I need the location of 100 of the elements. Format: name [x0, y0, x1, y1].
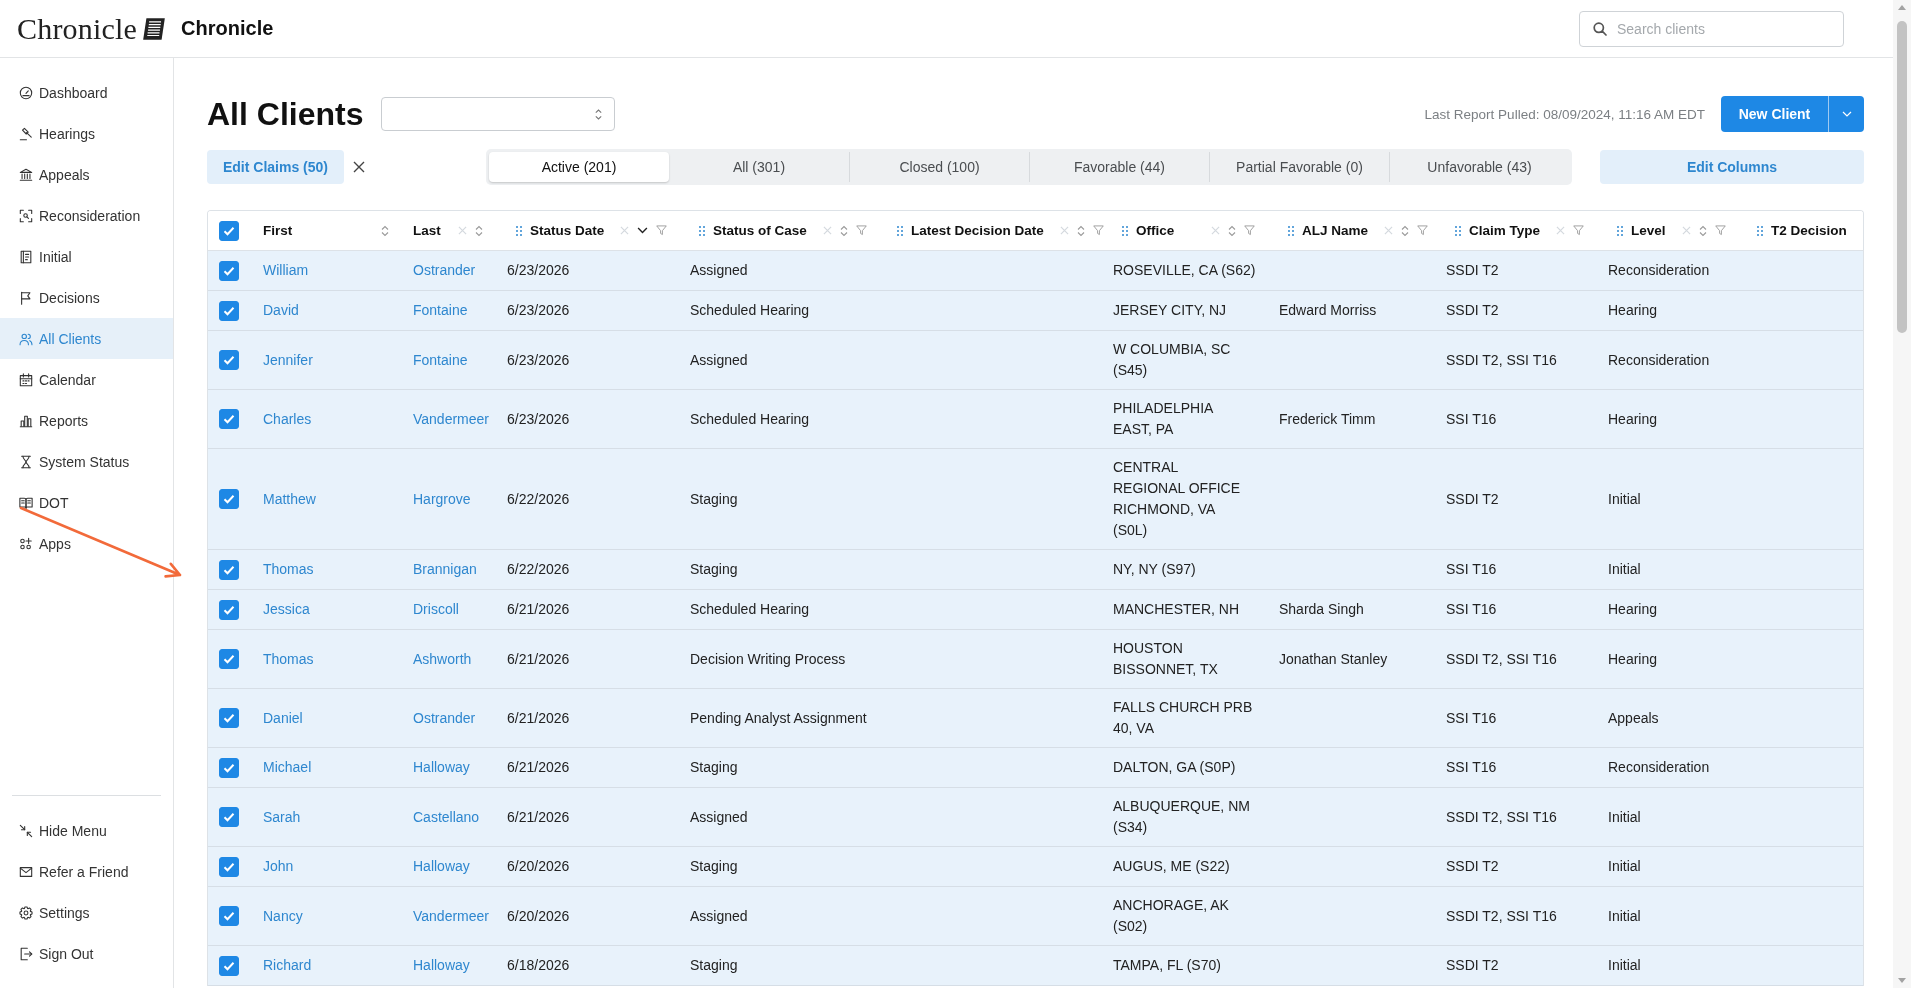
row-checkbox[interactable]	[219, 599, 239, 620]
view-select[interactable]	[381, 97, 616, 131]
client-name-link[interactable]: Driscoll	[413, 601, 459, 617]
row-checkbox[interactable]	[219, 807, 239, 827]
sidebar-item[interactable]: Appeals	[0, 154, 173, 195]
row-checkbox[interactable]	[219, 906, 239, 926]
filter-icon[interactable]	[1573, 225, 1585, 236]
drag-handle-icon[interactable]	[1122, 225, 1128, 236]
scroll-up-arrow-icon[interactable]	[1898, 5, 1906, 10]
drag-handle-icon[interactable]	[897, 225, 903, 236]
clear-icon[interactable]	[1384, 226, 1394, 235]
table-row[interactable]: Richard Halloway 6/18/2026 Staging TAMPA, FL (S70) SSDI T2 Initial	[208, 946, 1863, 986]
row-checkbox[interactable]	[219, 955, 239, 976]
sidebar-item[interactable]: Sign Out	[0, 933, 173, 974]
clear-icon[interactable]	[458, 226, 467, 235]
table-row[interactable]: Matthew Hargrove 6/22/2026 Staging CENTRAL REGIONAL OFFICE RICHMOND, VA (S0L) SSDI T2 Initial	[208, 449, 1863, 550]
table-row[interactable]: Jennifer Fontaine 6/23/2026 Assigned W COLUMBIA, SC (S45) SSDI T2, SSI T16 Reconsideration	[208, 331, 1863, 390]
sort-icon[interactable]	[839, 224, 848, 237]
table-row[interactable]: Sarah Castellano 6/21/2026 Assigned ALBUQUERQUE, NM (S34) SSDI T2, SSI T16 Initial	[208, 788, 1863, 847]
drag-handle-icon[interactable]	[516, 225, 522, 236]
column-heading[interactable]: Status Date	[530, 223, 605, 238]
filter-icon[interactable]	[1417, 225, 1429, 236]
status-tab[interactable]: Favorable (44)	[1029, 152, 1209, 182]
sidebar-item[interactable]: System Status	[0, 441, 173, 482]
column-heading[interactable]: Last	[413, 223, 441, 238]
row-checkbox[interactable]	[219, 559, 239, 580]
sidebar-item[interactable]: Calendar	[0, 359, 173, 400]
table-row[interactable]: David Fontaine 6/23/2026 Scheduled Hearing JERSEY CITY, NJ Edward Morriss SSDI T2 Hearing	[208, 291, 1863, 331]
status-tab[interactable]: Unfavorable (43)	[1389, 152, 1569, 182]
status-tab[interactable]: Partial Favorable (0)	[1209, 152, 1389, 182]
sidebar-item[interactable]: Hide Menu	[0, 810, 173, 851]
sort-icon[interactable]	[1698, 224, 1707, 237]
column-heading[interactable]: T2 Decision	[1771, 223, 1847, 238]
sidebar-item[interactable]: Settings	[0, 892, 173, 933]
sidebar-item[interactable]: Refer a Friend	[0, 851, 173, 892]
sidebar-item[interactable]: Reconsideration	[0, 195, 173, 236]
row-checkbox[interactable]	[219, 649, 239, 669]
filter-icon[interactable]	[1092, 225, 1104, 236]
row-checkbox[interactable]	[219, 260, 239, 281]
client-name-link[interactable]: David	[263, 302, 299, 318]
clear-icon[interactable]	[1211, 226, 1220, 235]
column-heading[interactable]: Office	[1136, 223, 1175, 238]
table-row[interactable]: Thomas Brannigan 6/22/2026 Staging NY, NY (S97) SSI T16 Initial	[208, 550, 1863, 590]
table-row[interactable]: Thomas Ashworth 6/21/2026 Decision Writing Process HOUSTON BISSONNET, TX Jonathan Stanley SSDI T2, SSI T16 Hearing	[208, 630, 1863, 689]
filter-icon[interactable]	[1244, 225, 1255, 236]
sidebar-item[interactable]: Decisions	[0, 277, 173, 318]
scrollbar[interactable]	[1893, 0, 1911, 988]
filter-icon[interactable]	[1714, 225, 1726, 236]
sort-icon[interactable]	[475, 224, 483, 237]
clear-icon[interactable]	[620, 226, 630, 235]
select-all-checkbox[interactable]	[219, 220, 239, 241]
filter-icon[interactable]	[855, 225, 867, 236]
drag-handle-icon[interactable]	[1455, 225, 1461, 236]
table-row[interactable]: Michael Halloway 6/21/2026 Staging DALTON, GA (S0P) SSI T16 Reconsideration	[208, 748, 1863, 788]
table-row[interactable]: Daniel Ostrander 6/21/2026 Pending Analyst Assignment FALLS CHURCH PRB 40, VA SSI T16 Appeals	[208, 689, 1863, 748]
row-checkbox[interactable]	[219, 489, 239, 509]
column-heading[interactable]: Claim Type	[1469, 223, 1541, 238]
clear-icon[interactable]	[1556, 226, 1566, 235]
close-icon[interactable]	[353, 161, 365, 173]
new-client-button[interactable]: New Client	[1721, 96, 1828, 132]
sort-icon[interactable]	[381, 224, 389, 237]
row-checkbox[interactable]	[219, 409, 239, 429]
drag-handle-icon[interactable]	[699, 225, 705, 236]
scrollbar-thumb[interactable]	[1897, 21, 1907, 333]
status-tab[interactable]: Closed (100)	[849, 152, 1029, 182]
column-heading[interactable]: Status of Case	[713, 223, 807, 238]
sidebar-item[interactable]: Hearings	[0, 113, 173, 154]
drag-handle-icon[interactable]	[1757, 225, 1763, 236]
column-heading[interactable]: Level	[1631, 223, 1666, 238]
column-heading[interactable]: First	[263, 223, 293, 238]
status-tab[interactable]: Active (201)	[489, 152, 669, 182]
sidebar-item[interactable]: Apps	[0, 523, 173, 564]
row-checkbox[interactable]	[219, 856, 239, 877]
column-heading[interactable]: ALJ Name	[1302, 223, 1369, 238]
sidebar-item[interactable]: Dashboard	[0, 72, 173, 113]
new-client-menu-button[interactable]	[1828, 96, 1864, 132]
sort-descending-icon[interactable]	[637, 227, 649, 234]
sort-icon[interactable]	[1401, 224, 1410, 237]
clear-icon[interactable]	[1681, 226, 1691, 235]
row-checkbox[interactable]	[219, 350, 239, 370]
drag-handle-icon[interactable]	[1617, 225, 1623, 236]
sidebar-item[interactable]: Initial	[0, 236, 173, 277]
sort-icon[interactable]	[1076, 224, 1085, 237]
table-row[interactable]: Charles Vandermeer 6/23/2026 Scheduled Hearing PHILADELPHIA EAST, PA Frederick Timm SSI T16 Hearing	[208, 390, 1863, 449]
clear-icon[interactable]	[1059, 226, 1069, 235]
search-field[interactable]: Search clients	[1579, 10, 1844, 47]
row-checkbox[interactable]	[219, 757, 239, 778]
status-tab[interactable]: All (301)	[669, 152, 849, 182]
table-row[interactable]: John Halloway 6/20/2026 Staging AUGUS, ME (S22) SSDI T2 Initial	[208, 847, 1863, 887]
sort-icon[interactable]	[1228, 224, 1236, 237]
filter-icon[interactable]	[656, 225, 668, 236]
sidebar-item[interactable]: DOT	[0, 482, 173, 523]
scroll-down-arrow-icon[interactable]	[1898, 978, 1906, 983]
sidebar-item[interactable]: Reports	[0, 400, 173, 441]
table-row[interactable]: William Ostrander 6/23/2026 Assigned ROSEVILLE, CA (S62) SSDI T2 Reconsideration	[208, 251, 1863, 291]
table-row[interactable]: Nancy Vandermeer 6/20/2026 Assigned ANCHORAGE, AK (S02) SSDI T2, SSI T16 Initial	[208, 887, 1863, 946]
row-checkbox[interactable]	[219, 300, 239, 321]
table-row[interactable]: Jessica Driscoll 6/21/2026 Scheduled Hearing MANCHESTER, NH Sharda Singh SSI T16 Hearing	[208, 590, 1863, 630]
clear-icon[interactable]	[822, 226, 832, 235]
drag-handle-icon[interactable]	[1288, 225, 1294, 236]
